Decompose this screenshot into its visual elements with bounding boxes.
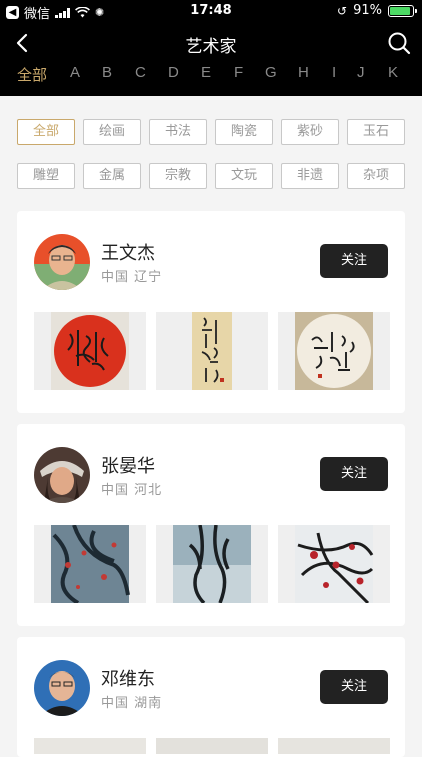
artwork-thumbnails: [34, 312, 390, 390]
filter-misc[interactable]: 杂项: [347, 163, 405, 189]
letter-all[interactable]: 全部: [17, 64, 47, 85]
artist-card[interactable]: 邓维东 中国 湖南 关注: [17, 637, 405, 757]
battery-percent: 91%: [353, 3, 382, 18]
avatar[interactable]: [34, 447, 90, 503]
filter-painting[interactable]: 绘画: [83, 119, 141, 145]
filter-sculpture[interactable]: 雕塑: [17, 163, 75, 189]
page-title: 艺术家: [185, 37, 237, 57]
filter-all[interactable]: 全部: [17, 119, 75, 145]
avatar[interactable]: [34, 234, 90, 290]
artist-name[interactable]: 邓维东: [101, 665, 155, 691]
artist-location: 中国 湖南: [101, 696, 163, 711]
status-bar: ◀ 微信 ✺ 17:48 ↺ 91%: [0, 0, 422, 22]
letter-a[interactable]: A: [70, 64, 80, 81]
artwork-thumbnails: [34, 738, 390, 754]
search-icon[interactable]: [386, 30, 412, 56]
artwork-thumbnail[interactable]: [34, 312, 146, 390]
artwork-thumbnail[interactable]: [156, 738, 268, 754]
filter-heritage[interactable]: 非遗: [281, 163, 339, 189]
filter-religion[interactable]: 宗教: [149, 163, 207, 189]
artist-location: 中国 河北: [101, 483, 163, 498]
letter-e[interactable]: E: [201, 64, 211, 81]
letter-g[interactable]: G: [265, 64, 277, 81]
nav-bar: 艺术家 全部 A B C D E F G H I J K: [0, 22, 422, 96]
letter-c[interactable]: C: [135, 64, 146, 81]
rotation-lock-icon: ↺: [337, 3, 348, 18]
status-right: ↺ 91%: [337, 3, 417, 18]
letter-k[interactable]: K: [388, 64, 398, 81]
filter-zisha[interactable]: 紫砂: [281, 119, 339, 145]
artist-card[interactable]: 王文杰 中国 辽宁 关注: [17, 211, 405, 413]
follow-button[interactable]: 关注: [320, 670, 388, 704]
artwork-thumbnail[interactable]: [278, 738, 390, 754]
artist-card[interactable]: 张晏华 中国 河北 关注: [17, 424, 405, 626]
artwork-thumbnail[interactable]: [156, 312, 268, 390]
artwork-thumbnail[interactable]: [34, 525, 146, 603]
battery-icon: [388, 4, 417, 17]
artist-name[interactable]: 王文杰: [101, 239, 155, 265]
artist-location: 中国 辽宁: [101, 270, 163, 285]
filter-jade[interactable]: 玉石: [347, 119, 405, 145]
artwork-thumbnail[interactable]: [156, 525, 268, 603]
artwork-thumbnail[interactable]: [34, 738, 146, 754]
artwork-thumbnail[interactable]: [278, 312, 390, 390]
filter-collectibles[interactable]: 文玩: [215, 163, 273, 189]
letter-i[interactable]: I: [332, 64, 336, 81]
letter-h[interactable]: H: [298, 64, 309, 81]
filter-metal[interactable]: 金属: [83, 163, 141, 189]
letter-j[interactable]: J: [357, 64, 365, 81]
follow-button[interactable]: 关注: [320, 244, 388, 278]
letter-d[interactable]: D: [168, 64, 179, 81]
filter-calligraphy[interactable]: 书法: [149, 119, 207, 145]
avatar[interactable]: [34, 660, 90, 716]
letter-b[interactable]: B: [102, 64, 112, 81]
filter-ceramics[interactable]: 陶瓷: [215, 119, 273, 145]
letter-index: 全部 A B C D E F G H I J K: [0, 64, 422, 88]
artwork-thumbnails: [34, 525, 390, 603]
letter-f[interactable]: F: [234, 64, 243, 81]
artist-name[interactable]: 张晏华: [101, 452, 155, 478]
follow-button[interactable]: 关注: [320, 457, 388, 491]
artwork-thumbnail[interactable]: [278, 525, 390, 603]
